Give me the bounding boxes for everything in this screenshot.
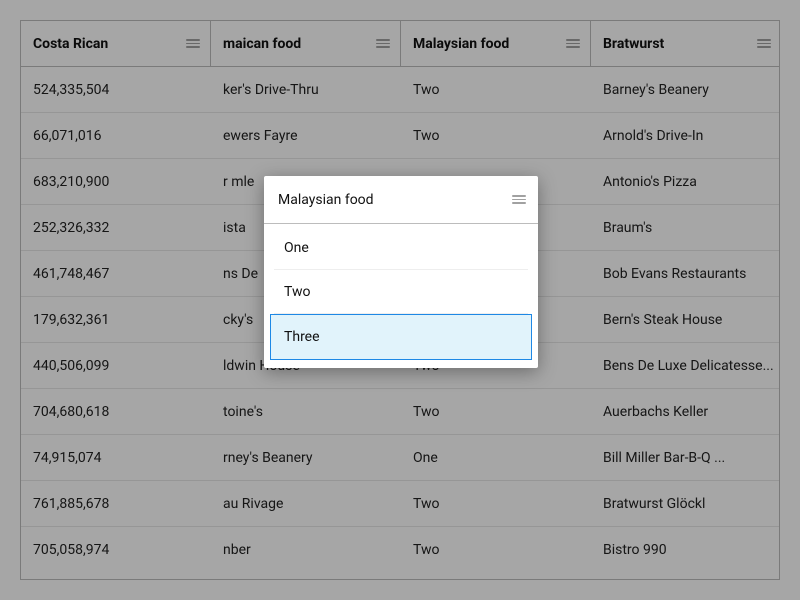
popup-option[interactable]: Three: [270, 314, 532, 360]
column-filter-popup: Malaysian food OneTwoThree: [264, 176, 538, 368]
popup-option-list: OneTwoThree: [264, 224, 538, 368]
popup-option[interactable]: Two: [274, 270, 528, 314]
popup-header: Malaysian food: [264, 176, 538, 224]
popup-option[interactable]: One: [274, 226, 528, 270]
menu-icon[interactable]: [512, 195, 526, 204]
popup-title: Malaysian food: [278, 192, 374, 208]
